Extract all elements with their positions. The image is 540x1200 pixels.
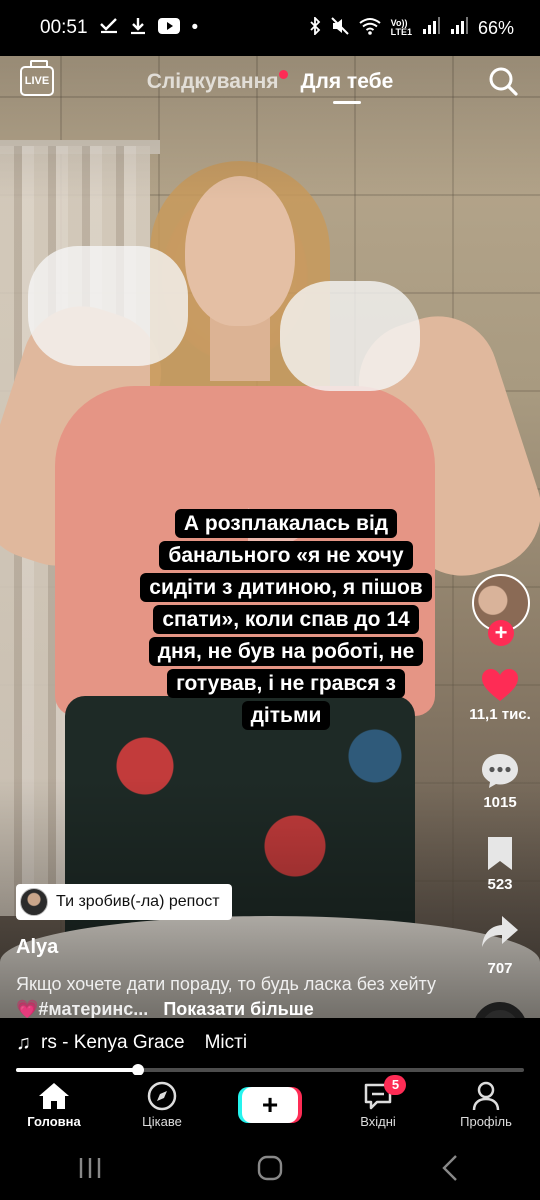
youtube-icon: [157, 17, 180, 39]
nav-home[interactable]: Головна: [0, 1075, 108, 1135]
comment-icon: [480, 752, 520, 790]
signal-icon-2: [450, 16, 468, 40]
nav-create[interactable]: +: [216, 1075, 324, 1135]
heart-icon: [481, 668, 519, 702]
nav-inbox[interactable]: 5 Вхідні: [324, 1075, 432, 1135]
repost-badge[interactable]: Ти зробив(-ла) репост: [16, 884, 232, 920]
like-button[interactable]: 11,1 тис.: [460, 668, 540, 723]
download-icon: [130, 17, 146, 40]
back-icon[interactable]: [420, 1148, 480, 1188]
search-icon[interactable]: [488, 66, 518, 96]
share-button[interactable]: 707: [460, 914, 540, 977]
mute-icon: [330, 16, 349, 40]
wifi-icon: [359, 17, 381, 40]
profile-icon: [472, 1081, 500, 1110]
nav-home-label: Головна: [27, 1113, 81, 1129]
check-icon: [99, 17, 118, 39]
status-time: 00:51: [40, 17, 88, 38]
new-content-dot: [278, 70, 288, 79]
volte-icon: Vo)) LTE1: [390, 18, 412, 37]
home-icon: [38, 1082, 70, 1110]
pink-heart-icon: 💗: [16, 999, 39, 1019]
video-description: Якщо хочете дати пораду, то будь ласка б…: [16, 972, 456, 1022]
music-track[interactable]: rs - Kenya Grace: [41, 1032, 185, 1054]
save-button[interactable]: 523: [460, 836, 540, 893]
compass-icon: [147, 1081, 177, 1110]
music-bar[interactable]: ♫ rs - Kenya Grace Місті: [0, 1018, 540, 1068]
comment-count: 1015: [483, 794, 517, 811]
bottom-nav: Головна Цікаве + 5 Вхідні Профіль: [0, 1075, 540, 1135]
save-count: 523: [487, 876, 513, 893]
battery-percent: 66%: [477, 17, 514, 38]
tab-for-you-label: Для тебе: [300, 70, 394, 93]
nav-discover[interactable]: Цікаве: [108, 1075, 216, 1135]
bookmark-icon: [485, 836, 515, 872]
tab-following-label: Слідкування: [146, 70, 279, 93]
status-bar: 00:51 • Vo)) LTE1 66%: [0, 0, 540, 56]
nav-profile-label: Профіль: [460, 1113, 512, 1129]
bluetooth-icon: [309, 15, 321, 40]
follow-plus-button[interactable]: +: [488, 620, 514, 646]
tab-for-you[interactable]: Для тебе: [300, 70, 394, 104]
like-count: 11,1 тис.: [469, 706, 531, 723]
description-text: Якщо хочете дати пораду, то будь ласка б…: [16, 974, 436, 994]
video-player[interactable]: А розплакалась від банального «я не хочу…: [0, 56, 540, 1018]
video-progress-bar[interactable]: [16, 1064, 524, 1076]
nav-inbox-label: Вхідні: [360, 1113, 396, 1129]
show-more-link[interactable]: Показати більше: [163, 999, 313, 1019]
feed-tabs: Слідкування Для тебе: [0, 56, 540, 108]
hashtag-link[interactable]: #материнс...: [38, 999, 148, 1019]
share-count: 707: [487, 960, 513, 977]
plus-icon[interactable]: +: [242, 1087, 298, 1123]
repost-avatar: [20, 888, 48, 916]
repost-label: Ти зробив(-ла) репост: [56, 893, 220, 910]
music-extra: Місті: [204, 1032, 248, 1053]
nav-discover-label: Цікаве: [142, 1113, 182, 1129]
tab-following[interactable]: Слідкування: [146, 70, 288, 94]
progress-fill: [16, 1068, 138, 1072]
creator-username[interactable]: Alya: [16, 936, 58, 959]
music-note-icon: ♫: [16, 1031, 31, 1054]
caption-text: А розплакалась від банального «я не хочу…: [140, 509, 432, 730]
nav-profile[interactable]: Профіль: [432, 1075, 540, 1135]
android-nav-bar: [0, 1135, 540, 1200]
home-button-icon[interactable]: [240, 1148, 300, 1188]
share-icon: [480, 914, 520, 950]
comment-button[interactable]: 1015: [460, 752, 540, 811]
inbox-badge: 5: [384, 1075, 407, 1095]
signal-icon: [422, 16, 440, 40]
notification-dot-icon: •: [191, 17, 199, 38]
recent-apps-icon[interactable]: [60, 1148, 120, 1188]
video-caption: А розплакалась від банального «я не хочу…: [136, 508, 436, 732]
